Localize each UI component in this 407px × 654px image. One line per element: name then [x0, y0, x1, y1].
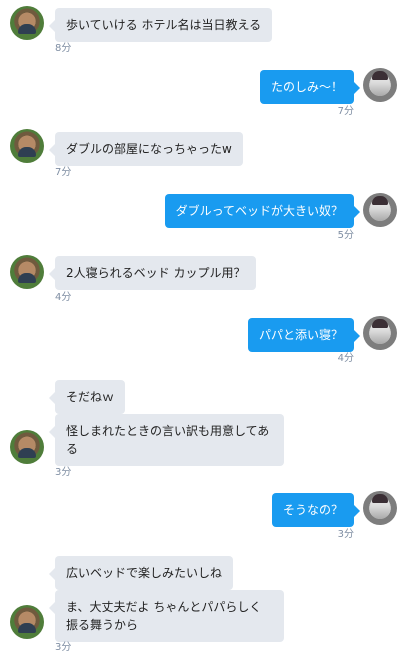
message-time: 5分: [337, 230, 354, 241]
message-bubble[interactable]: ダブルの部屋になっちゃったw: [49, 132, 243, 166]
message-bubble[interactable]: 怪しまれたときの言い訳も用意してある: [49, 414, 284, 466]
message-time: 3分: [55, 642, 72, 653]
avatar[interactable]: [10, 6, 44, 40]
message-bubble[interactable]: 2人寝られるベッド カップル用？: [48, 256, 257, 290]
message-time: 4分: [337, 353, 354, 364]
avatar[interactable]: [363, 491, 397, 525]
message-time: 3分: [55, 467, 72, 478]
message-bubble[interactable]: ま、大丈夫だよ ちゃんとパパらしく振る舞うから: [49, 590, 284, 642]
avatar[interactable]: [10, 430, 44, 464]
message-time: 7分: [337, 106, 354, 117]
message-bubble[interactable]: そだねｗ: [48, 380, 126, 414]
avatar[interactable]: [363, 193, 397, 227]
avatar[interactable]: [10, 255, 44, 289]
message-time: 7分: [55, 167, 72, 178]
chat-thread: 歩いていける ホテル名は当日教える 8分 たのしみ〜！ 7分 ダブルの部屋になっ…: [0, 0, 407, 653]
message-bubble[interactable]: そうなの？: [271, 493, 361, 527]
message-bubble[interactable]: たのしみ〜！: [259, 70, 361, 104]
avatar[interactable]: [363, 316, 397, 350]
message-time: 3分: [337, 529, 354, 540]
message-bubble[interactable]: 歩いていける ホテル名は当日教える: [48, 8, 273, 42]
avatar[interactable]: [10, 605, 44, 639]
message-bubble[interactable]: 広いベッドで楽しみたいしね: [48, 556, 234, 590]
avatar[interactable]: [363, 68, 397, 102]
message-time: 8分: [55, 43, 72, 54]
message-time: 4分: [55, 292, 72, 303]
avatar[interactable]: [10, 129, 44, 163]
message-bubble[interactable]: ダブルってベッドが大きい奴？: [164, 194, 361, 228]
message-bubble[interactable]: パパと添い寝？: [247, 318, 361, 352]
